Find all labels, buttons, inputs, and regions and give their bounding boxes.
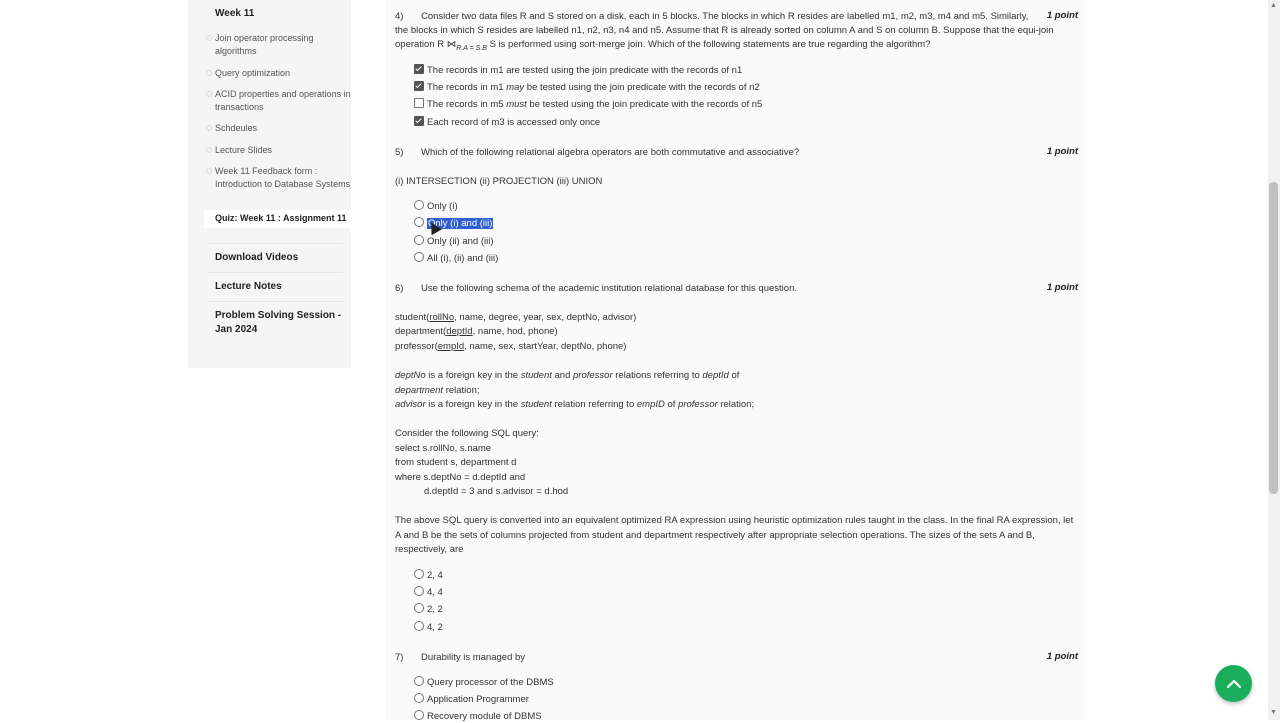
q4-option-1[interactable]: The records in m1 are tested using the j… <box>414 64 742 77</box>
question-6: 6) Use the following schema of the academ… <box>395 283 797 294</box>
q4-option-3[interactable]: The records in m5 must be tested using t… <box>414 98 762 111</box>
checkbox-checked-icon[interactable] <box>414 116 424 126</box>
radio-icon[interactable] <box>414 235 424 245</box>
section-download-videos[interactable]: Download Videos <box>215 251 343 265</box>
radio-icon[interactable] <box>414 603 424 613</box>
sql-intro: Consider the following SQL query: <box>395 428 539 439</box>
status-dot-icon <box>206 35 212 41</box>
question-4: 4) Consider two data files R and S stored… <box>395 11 1029 22</box>
question-6-points: 1 point <box>1046 282 1078 293</box>
radio-icon[interactable] <box>414 217 424 227</box>
divider <box>208 243 343 244</box>
radio-icon[interactable] <box>414 676 424 686</box>
sidebar-item-query-optimization[interactable]: Query optimization <box>204 67 353 80</box>
section-lecture-notes[interactable]: Lecture Notes <box>215 280 343 294</box>
q5-option-1[interactable]: Only (i) <box>414 200 458 213</box>
left-margin <box>0 0 188 720</box>
question-6-text: Use the following schema of the academic… <box>421 283 797 294</box>
sidebar-item-lecture-slides[interactable]: Lecture Slides <box>204 144 353 157</box>
checkbox-checked-icon[interactable] <box>414 64 424 74</box>
q5-option-2[interactable]: Only (i) and (iii) <box>414 217 494 230</box>
sidebar-item-schedules[interactable]: Schdeules <box>204 122 353 135</box>
radio-icon[interactable] <box>414 621 424 631</box>
question-4-text-3: operation R ⋈R.A = S.B S is performed us… <box>395 39 931 52</box>
status-dot-icon <box>206 70 212 76</box>
question-7: 7) Durability is managed by <box>395 652 526 663</box>
q4-option-4[interactable]: Each record of m3 is accessed only once <box>414 116 600 129</box>
radio-icon[interactable] <box>414 710 424 720</box>
section-problem-solving[interactable]: Problem Solving Session - Jan 2024 <box>215 309 343 337</box>
q5-option-3[interactable]: Only (ii) and (iii) <box>414 235 494 248</box>
question-4-points: 1 point <box>1046 10 1078 21</box>
course-sidebar: Week 11 Join operator processing algorit… <box>188 0 353 368</box>
sql-line-4: d.deptId = 3 and s.advisor = d.hod <box>424 486 569 497</box>
question-4-text-1: Consider two data files R and S stored o… <box>421 11 1029 22</box>
schema-student: student(rollNo, name, degree, year, sex,… <box>395 312 637 323</box>
sidebar-item-join-operator[interactable]: Join operator processing algorithms <box>204 32 353 58</box>
question-5-points: 1 point <box>1046 146 1078 157</box>
q7-option-2[interactable]: Application Programmer <box>414 693 529 706</box>
scroll-to-top-button[interactable] <box>1215 665 1252 702</box>
schema-department: department(deptId, name, hod, phone) <box>395 326 558 337</box>
radio-icon[interactable] <box>414 693 424 703</box>
divider <box>208 272 343 273</box>
sql-line-1: select s.rollNo, s.name <box>395 443 492 454</box>
join-symbol: ⋈ <box>446 39 457 50</box>
q6-option-1[interactable]: 2, 4 <box>414 569 443 582</box>
scrollbar-thumb[interactable] <box>1269 182 1278 494</box>
q7-option-1[interactable]: Query processor of the DBMS <box>414 676 554 689</box>
q6-option-2[interactable]: 4, 4 <box>414 586 443 599</box>
question-5-text: Which of the following relational algebr… <box>421 147 800 158</box>
radio-icon[interactable] <box>414 252 424 262</box>
radio-icon[interactable] <box>414 569 424 579</box>
q5-option-4[interactable]: All (i), (ii) and (iii) <box>414 252 498 265</box>
q7-option-3[interactable]: Recovery module of DBMS <box>414 710 542 723</box>
assignment-content: 4) Consider two data files R and S stored… <box>385 0 1085 723</box>
sidebar-item-feedback-form[interactable]: Week 11 Feedback form : Introduction to … <box>204 165 353 191</box>
scroll-up-arrow-icon[interactable]: ▲ <box>1270 2 1277 9</box>
q4-option-2[interactable]: The records in m1 may be tested using th… <box>414 81 760 94</box>
question-7-text: Durability is managed by <box>421 652 526 663</box>
question-5-subtext: (i) INTERSECTION (ii) PROJECTION (iii) U… <box>395 176 603 187</box>
week-heading[interactable]: Week 11 <box>215 8 254 19</box>
status-dot-icon <box>206 168 212 174</box>
radio-icon[interactable] <box>414 200 424 210</box>
foreign-key-line-3: advisor is a foreign key in the student … <box>395 399 755 410</box>
status-dot-icon <box>206 147 212 153</box>
chevron-up-icon <box>1226 679 1241 688</box>
q6-option-3[interactable]: 2, 2 <box>414 603 443 616</box>
checkbox-checked-icon[interactable] <box>414 81 424 91</box>
sql-line-2: from student s, department d <box>395 457 517 468</box>
sql-line-3: where s.deptNo = d.deptId and <box>395 472 526 483</box>
q6-option-4[interactable]: 4, 2 <box>414 621 443 634</box>
question-6-paragraph: The above SQL query is converted into an… <box>395 515 1074 555</box>
radio-icon[interactable] <box>414 586 424 596</box>
checkbox-unchecked-icon[interactable] <box>414 98 424 108</box>
status-dot-icon <box>206 125 212 131</box>
question-4-text-2: the blocks in which S resides are labell… <box>395 25 1054 36</box>
question-7-points: 1 point <box>1046 651 1078 662</box>
join-condition: R.A = S.B <box>456 44 487 52</box>
sidebar-item-quiz-active[interactable]: Quiz: Week 11 : Assignment 11 <box>204 210 353 228</box>
foreign-key-line-1: deptNo is a foreign key in the student a… <box>395 370 740 381</box>
status-dot-icon <box>206 91 212 97</box>
sidebar-item-acid[interactable]: ACID properties and operations in transa… <box>204 88 353 114</box>
foreign-key-line-2: department relation; <box>395 385 480 396</box>
scroll-down-arrow-icon[interactable]: ▼ <box>1270 709 1277 716</box>
divider <box>208 301 343 302</box>
question-5: 5) Which of the following relational alge… <box>395 147 800 158</box>
schema-professor: professor(empId, name, sex, startYear, d… <box>395 341 627 352</box>
